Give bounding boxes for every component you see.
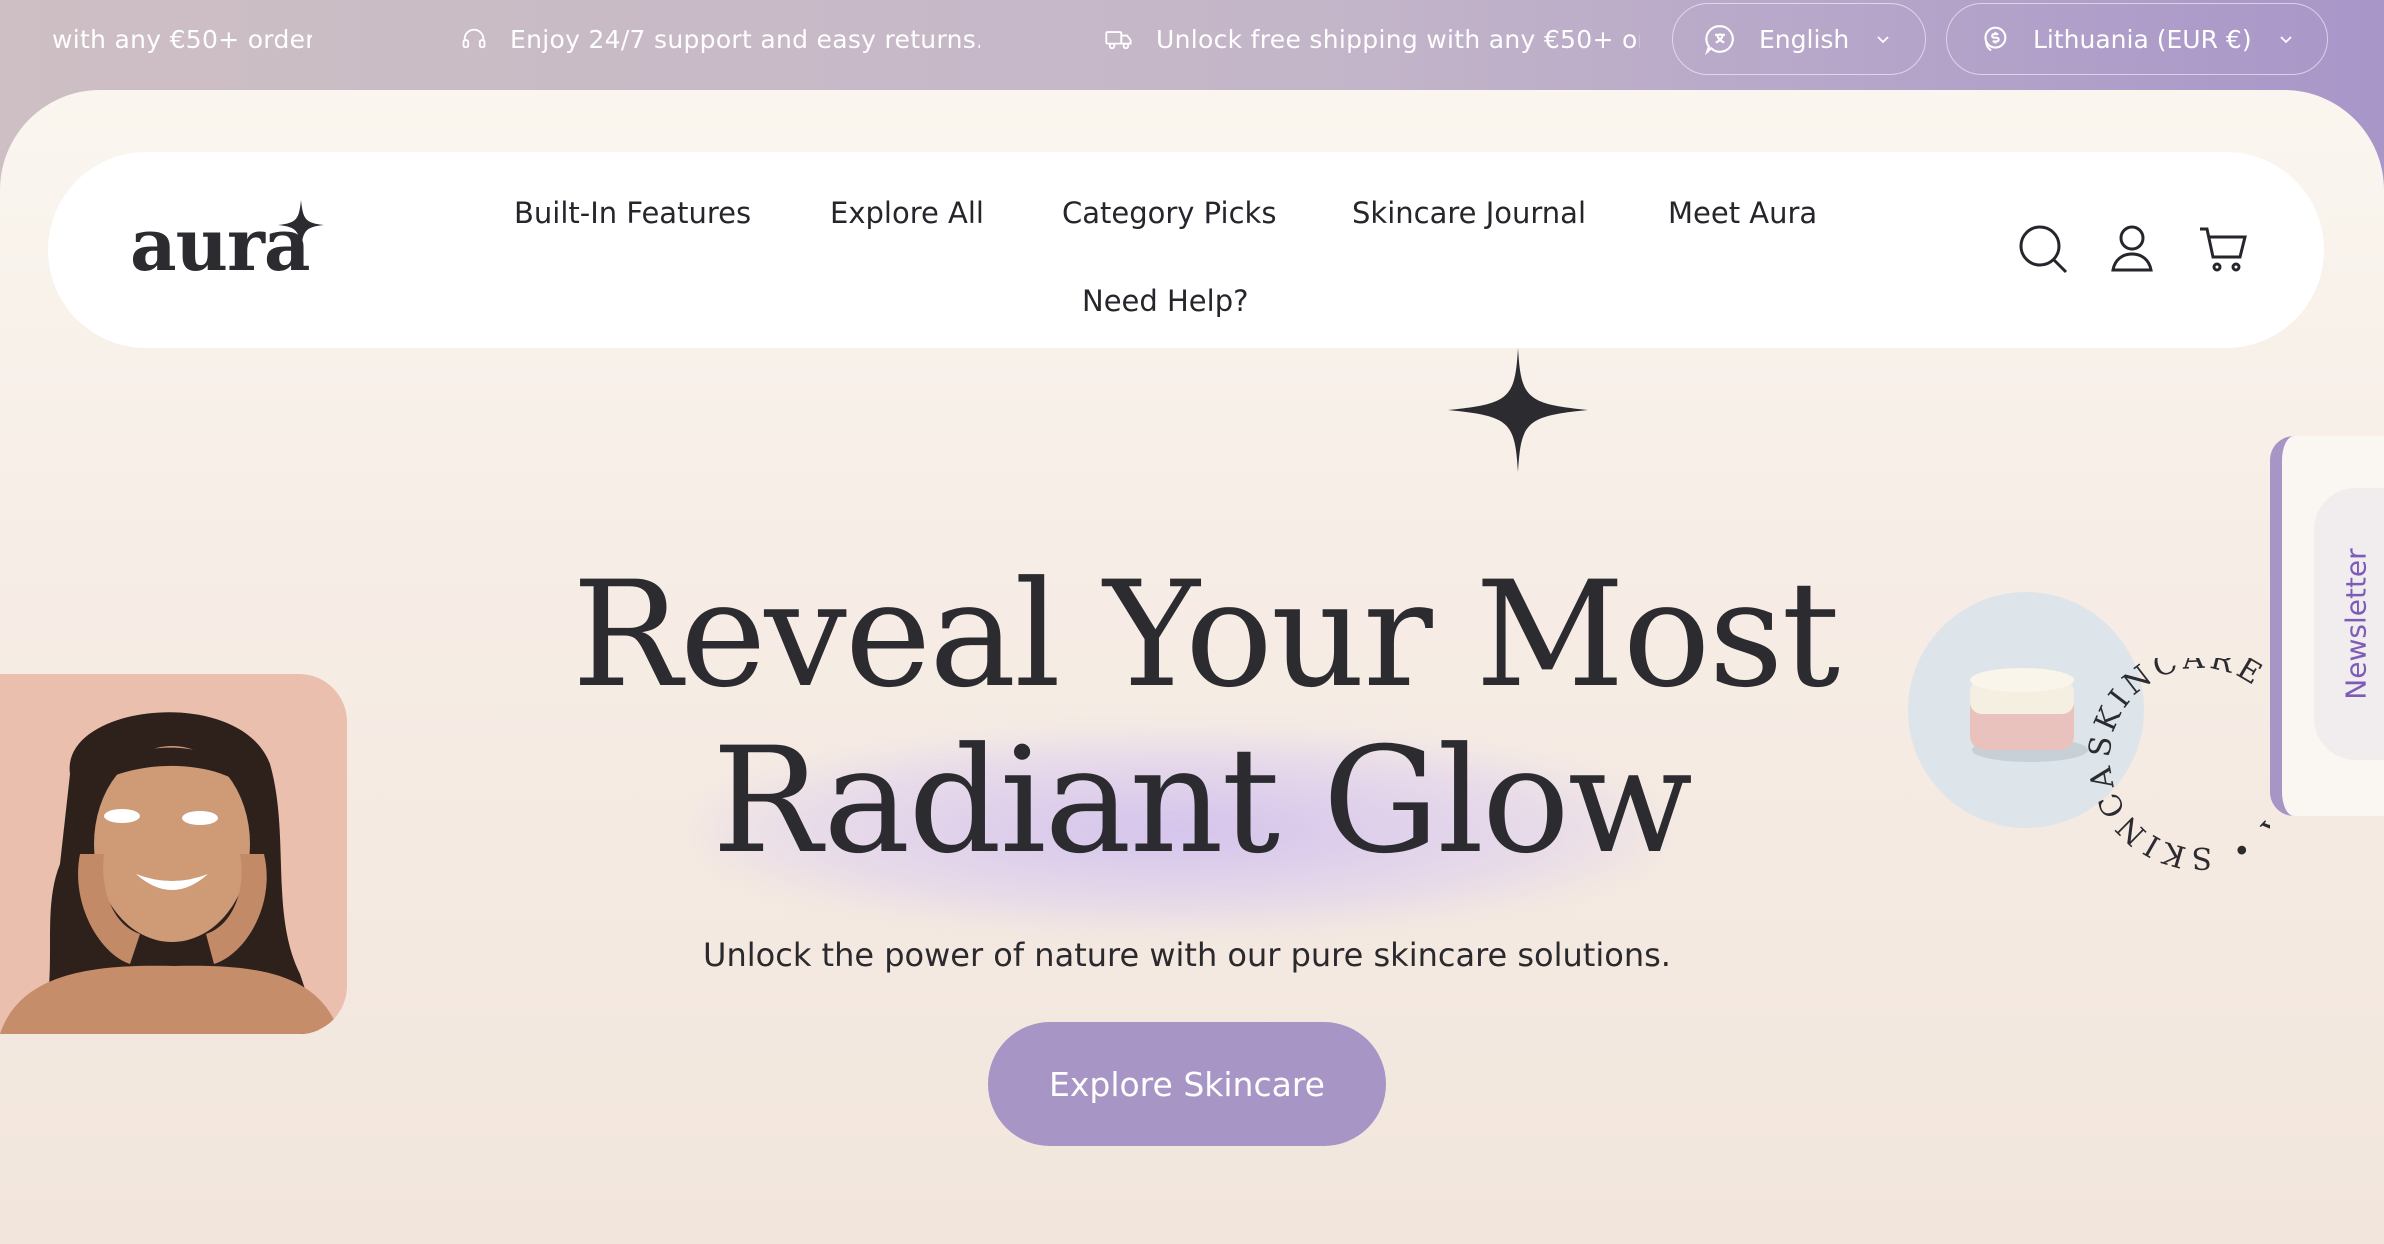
language-label: English (1759, 24, 1850, 54)
account-icon[interactable] (2110, 224, 2154, 274)
model-illustration (0, 712, 340, 1034)
translate-icon (1703, 22, 1737, 56)
explore-skincare-button[interactable]: Explore Skincare (988, 1022, 1386, 1146)
newsletter-label[interactable]: Newsletter (2340, 548, 2373, 699)
announcement-text: with any €50+ order. (52, 24, 312, 54)
nav-item-explore-all[interactable]: Explore All (830, 196, 984, 230)
search-icon[interactable] (2018, 224, 2070, 276)
nav-item-need-help[interactable]: Need Help? (1082, 284, 1249, 318)
announcement-text: Enjoy 24/7 support and easy returns. (510, 24, 980, 54)
chevron-down-icon (2278, 33, 2294, 45)
sparkle-icon (1448, 348, 1588, 472)
announcement-item: Unlock free shipping with any €50+ order… (1104, 0, 1640, 78)
logo-star-icon (278, 200, 324, 250)
page-body: aura Built-In Features Explore All Categ… (0, 90, 2384, 1244)
announcement-item: Enjoy 24/7 support and easy returns. (460, 0, 980, 78)
currency-icon (1977, 22, 2011, 56)
skincare-ring-badge: SKINCARE • UOGA • SKINCARE • UOGA • (2070, 658, 2270, 875)
nav-item-skincare-journal[interactable]: Skincare Journal (1352, 196, 1586, 230)
truck-icon (1105, 31, 1132, 50)
headset-icon (462, 28, 486, 49)
model-image (0, 674, 347, 1034)
nav-item-built-in-features[interactable]: Built-In Features (514, 196, 751, 230)
nav-item-category-picks[interactable]: Category Picks (1062, 196, 1276, 230)
language-selector[interactable]: English (1672, 3, 1926, 75)
hero-subtitle: Unlock the power of nature with our pure… (703, 936, 1671, 974)
announcement-item: with any €50+ order. (52, 0, 312, 78)
main-header: aura Built-In Features Explore All Categ… (48, 152, 2324, 348)
ring-text: SKINCARE • UOGA • SKINCARE • UOGA • (2070, 658, 2270, 875)
cart-icon[interactable] (2198, 224, 2248, 274)
cream-jar-image (1970, 668, 2088, 762)
announcement-text: Unlock free shipping with any €50+ order… (1156, 24, 1640, 54)
svg-text:SKINCARE • UOGA • SKINCARE • U: SKINCARE • UOGA • SKINCARE • UOGA • (2070, 658, 2270, 875)
chevron-down-icon (1875, 33, 1891, 45)
explore-skincare-label: Explore Skincare (1049, 1064, 1325, 1104)
currency-label: Lithuania (EUR €) (2033, 24, 2252, 54)
nav-item-meet-aura[interactable]: Meet Aura (1668, 196, 1817, 230)
announcement-bar: with any €50+ order. Enjoy 24/7 support … (0, 0, 2384, 92)
currency-selector[interactable]: Lithuania (EUR €) (1946, 3, 2328, 75)
